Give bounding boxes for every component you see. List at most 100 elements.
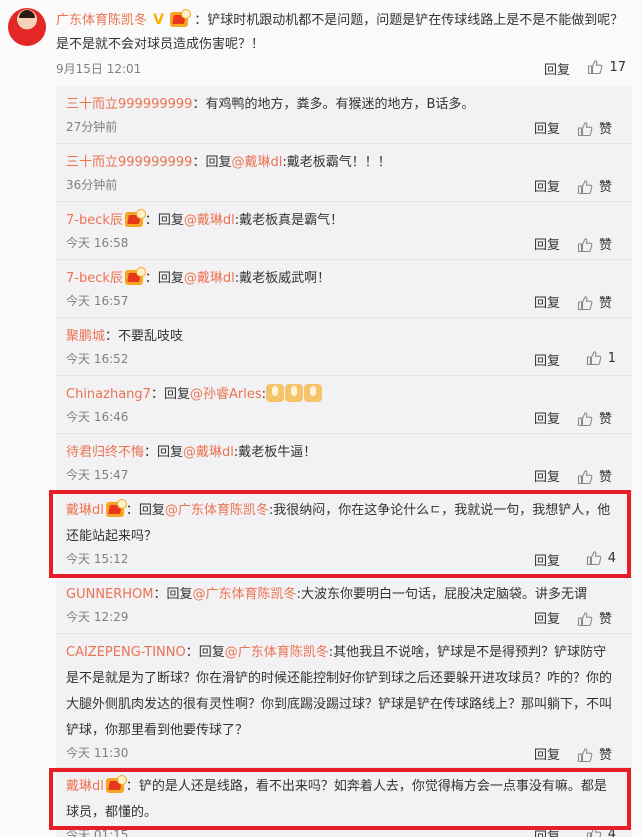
colon: ： bbox=[153, 587, 167, 602]
reply-time: 今天 15:47 bbox=[66, 468, 129, 482]
author-link[interactable]: Chinazhang7 bbox=[66, 387, 151, 402]
like-button[interactable]: 4 bbox=[586, 550, 616, 566]
vip-badge-icon bbox=[124, 209, 146, 227]
mention-link[interactable]: @戴琳dl bbox=[183, 445, 234, 460]
reply-prefix: 回复 bbox=[198, 645, 225, 660]
reply-item: 戴琳dl ：回复@广东体育陈凯冬:我很纳闷，你在这争论什么ㄷ，我就说一句，我想铲人… bbox=[56, 492, 632, 576]
reply-text: Chinazhang7：回复@孙睿Arles: bbox=[66, 382, 618, 408]
reply-button[interactable]: 回复 bbox=[534, 744, 560, 763]
reply-item: 7-beck辰 ：回复@戴琳dl:戴老板威武啊！ 今天 16:57 回复 赞 bbox=[56, 260, 632, 318]
thumbs-up-emoji-icon bbox=[284, 384, 303, 402]
like-button[interactable]: 赞 bbox=[577, 744, 612, 763]
reply-button[interactable]: 回复 bbox=[534, 608, 560, 627]
colon: ： bbox=[144, 213, 158, 228]
like-button[interactable]: 赞 bbox=[577, 118, 612, 137]
author-link[interactable]: 戴琳dl bbox=[66, 503, 104, 518]
reply-button[interactable]: 回复 bbox=[544, 59, 570, 78]
mention-link[interactable]: @戴琳dl bbox=[231, 155, 282, 170]
reply-button[interactable]: 回复 bbox=[534, 826, 560, 837]
like-label: 赞 bbox=[598, 180, 612, 195]
like-button[interactable]: 赞 bbox=[577, 176, 612, 195]
thumbs-up-emoji-icon bbox=[265, 384, 284, 402]
colon: ： bbox=[150, 387, 164, 402]
colon: ： bbox=[105, 329, 119, 344]
author-link[interactable]: GUNNERHOM bbox=[66, 587, 154, 602]
reply-time: 今天 16:58 bbox=[66, 236, 129, 250]
like-button[interactable]: 赞 bbox=[577, 466, 612, 485]
reply-button[interactable]: 回复 bbox=[534, 118, 560, 137]
vip-badge-icon bbox=[105, 775, 127, 793]
colon: ： bbox=[192, 97, 206, 112]
like-label: 赞 bbox=[598, 748, 612, 763]
thumbs-up-icon bbox=[577, 411, 593, 427]
reply-prefix: 回复 bbox=[205, 155, 232, 170]
author-link[interactable]: 7-beck辰 bbox=[66, 271, 123, 286]
reply-button[interactable]: 回复 bbox=[534, 350, 560, 369]
reply-body: 铲的是人还是线路，看不出来吗？如奔着人去，你觉得梅方会一点事没有嘛。都是球员，都… bbox=[66, 779, 607, 820]
mention-link[interactable]: @广东体育陈凯冬 bbox=[193, 587, 297, 602]
author-link[interactable]: 三十而立999999999 bbox=[66, 97, 192, 112]
reply-button[interactable]: 回复 bbox=[534, 292, 560, 311]
reply-body: 有鸡鸭的地方，粪多。有猴迷的地方，B话多。 bbox=[205, 97, 475, 112]
reply-prefix: 回复 bbox=[166, 587, 193, 602]
like-button[interactable]: 4 bbox=[586, 826, 616, 837]
main-comment-text: 广东体育陈凯冬 V ：铲球时机跟动机都不是问题，问题是铲在传球线路上是不是不能做… bbox=[56, 8, 632, 57]
reply-time: 今天 16:52 bbox=[66, 352, 129, 366]
comment-time: 9月15日 12:01 bbox=[56, 62, 142, 76]
vip-badge-icon bbox=[170, 9, 192, 27]
reply-item: 聚鹏城：不要乱吱吱 今天 16:52 回复 1 bbox=[56, 318, 632, 376]
like-count: 1 bbox=[607, 351, 616, 366]
reply-button[interactable]: 回复 bbox=[534, 176, 560, 195]
reply-item: 三十而立999999999：有鸡鸭的地方，粪多。有猴迷的地方，B话多。 27分钟… bbox=[56, 86, 632, 144]
like-label: 赞 bbox=[598, 612, 612, 627]
thumbs-up-icon bbox=[586, 826, 602, 837]
thumbs-up-emoji-icon bbox=[303, 384, 322, 402]
reply-time: 今天 16:57 bbox=[66, 294, 129, 308]
author-link[interactable]: 广东体育陈凯冬 bbox=[56, 13, 147, 28]
mention-link[interactable]: @戴琳dl bbox=[184, 213, 235, 228]
reply-button[interactable]: 回复 bbox=[534, 466, 560, 485]
like-button[interactable]: 赞 bbox=[577, 408, 612, 427]
colon: ： bbox=[185, 645, 199, 660]
reply-button[interactable]: 回复 bbox=[534, 234, 560, 253]
author-link[interactable]: 聚鹏城 bbox=[66, 329, 105, 344]
like-button[interactable]: 赞 bbox=[577, 234, 612, 253]
like-button[interactable]: 赞 bbox=[577, 608, 612, 627]
like-label: 赞 bbox=[598, 470, 612, 485]
author-link[interactable]: CAIZEPENG-TINNO bbox=[66, 645, 186, 660]
mention-link[interactable]: @广东体育陈凯冬 bbox=[165, 503, 269, 518]
colon: ： bbox=[144, 445, 158, 460]
reply-text: 三十而立999999999：回复@戴琳dl:戴老板霸气！！！ bbox=[66, 150, 618, 176]
reply-time: 今天 01:15 bbox=[66, 828, 129, 837]
like-button[interactable]: 1 bbox=[586, 350, 616, 366]
like-label: 赞 bbox=[598, 296, 612, 311]
author-link[interactable]: 7-beck辰 bbox=[66, 213, 123, 228]
author-link[interactable]: 待君归终不悔 bbox=[66, 445, 144, 460]
reply-time: 今天 15:12 bbox=[66, 552, 129, 566]
reply-body: 不要乱吱吱 bbox=[118, 329, 184, 344]
reply-text: CAIZEPENG-TINNO：回复@广东体育陈凯冬:其他我且不说啥，铲球是不是… bbox=[66, 640, 618, 744]
colon: ： bbox=[125, 503, 139, 518]
mention-link[interactable]: @广东体育陈凯冬 bbox=[225, 645, 329, 660]
reply-item: 戴琳dl ：铲的是人还是线路，看不出来吗？如奔着人去，你觉得梅方会一点事没有嘛。都… bbox=[56, 768, 632, 837]
author-link[interactable]: 三十而立999999999 bbox=[66, 155, 192, 170]
reply-prefix: 回复 bbox=[138, 503, 165, 518]
reply-text: 三十而立999999999：有鸡鸭的地方，粪多。有猴迷的地方，B话多。 bbox=[66, 92, 618, 118]
reply-button[interactable]: 回复 bbox=[534, 550, 560, 569]
like-button[interactable]: 17 bbox=[587, 59, 626, 75]
reply-button[interactable]: 回复 bbox=[534, 408, 560, 427]
mention-link[interactable]: @戴琳dl bbox=[184, 271, 235, 286]
reply-item: Chinazhang7：回复@孙睿Arles: 今天 16:46 回复 赞 bbox=[56, 376, 632, 434]
reply-text: 戴琳dl ：铲的是人还是线路，看不出来吗？如奔着人去，你觉得梅方会一点事没有嘛。都… bbox=[66, 774, 618, 826]
reply-body: :大波东你要明白一句话，屁股决定脑袋。讲多无谓 bbox=[296, 587, 587, 602]
mention-link[interactable]: @孙睿Arles bbox=[190, 387, 262, 402]
reply-time: 今天 16:46 bbox=[66, 410, 129, 424]
reply-text: 7-beck辰 ：回复@戴琳dl:戴老板真是霸气！ bbox=[66, 208, 618, 234]
reply-text: 戴琳dl ：回复@广东体育陈凯冬:我很纳闷，你在这争论什么ㄷ，我就说一句，我想铲人… bbox=[66, 498, 618, 550]
avatar[interactable] bbox=[8, 8, 46, 46]
author-link[interactable]: 戴琳dl bbox=[66, 779, 104, 794]
thumbs-up-icon bbox=[577, 469, 593, 485]
like-button[interactable]: 赞 bbox=[577, 292, 612, 311]
like-label: 赞 bbox=[598, 238, 612, 253]
reply-item: GUNNERHOM：回复@广东体育陈凯冬:大波东你要明白一句话，屁股决定脑袋。讲… bbox=[56, 576, 632, 634]
